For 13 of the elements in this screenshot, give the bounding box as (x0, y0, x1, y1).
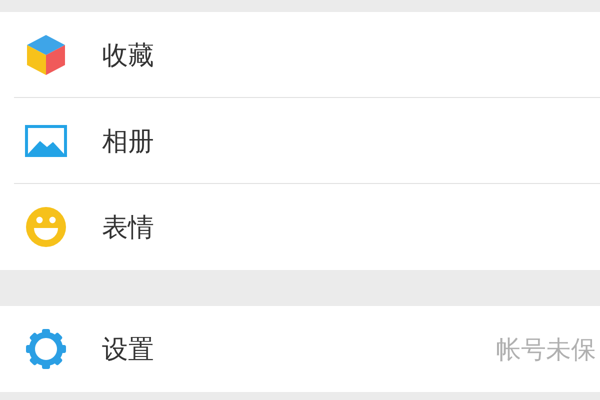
menu-item[interactable]: 收藏 (0, 12, 600, 98)
menu-label: 表情 (102, 212, 154, 244)
account-status: 帐号未保 (496, 334, 596, 366)
menu-item[interactable]: 表情 (0, 184, 600, 270)
menu-item[interactable]: 设置 帐号未保 (0, 306, 600, 392)
menu-label: 相册 (102, 126, 154, 158)
smiley-icon (26, 207, 66, 247)
picture-icon (25, 125, 67, 157)
cube-icon (26, 34, 66, 76)
settings-icon (25, 328, 67, 370)
menu-label: 设置 (102, 334, 154, 366)
menu-item[interactable]: 相册 (0, 98, 600, 184)
menu-label: 收藏 (102, 40, 154, 72)
